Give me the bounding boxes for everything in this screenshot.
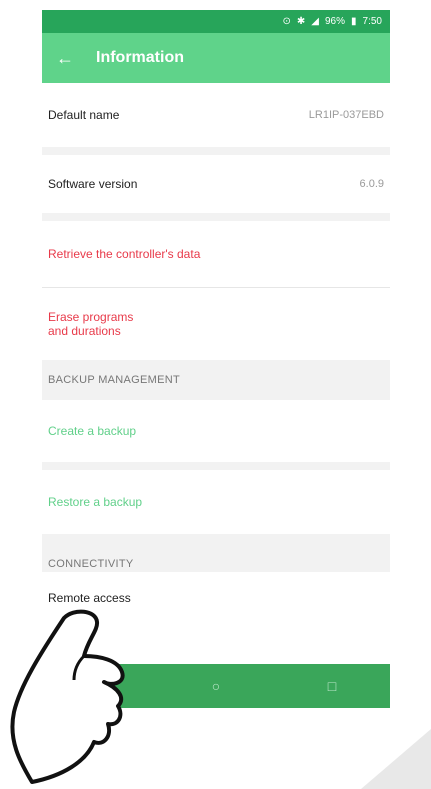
divider [42, 213, 390, 221]
erase-label-line2: and durations [48, 324, 121, 338]
battery-icon: ▮ [351, 16, 357, 27]
restore-backup-button[interactable]: Restore a backup [42, 470, 390, 534]
default-name-value: LR1IP-037EBD [308, 109, 384, 121]
pointing-hand-icon [10, 609, 125, 784]
clock: 7:50 [362, 16, 382, 27]
default-name-row: Default name LR1IP-037EBD [42, 83, 390, 147]
alarm-icon: ⊙ [282, 16, 291, 27]
erase-label-line1: Erase programs [48, 310, 134, 324]
connectivity-header: CONNECTIVITY [48, 558, 134, 570]
software-version-label: Software version [48, 177, 138, 191]
restore-backup-label: Restore a backup [48, 495, 143, 509]
nav-home-icon[interactable]: ○ [196, 678, 236, 694]
hand-outline [10, 609, 125, 784]
nav-recents-icon[interactable]: □ [312, 678, 352, 694]
status-bar: ⊙ ✱ ◢ 96% ▮ 7:50 [42, 10, 390, 33]
create-backup-button[interactable]: Create a backup [42, 400, 390, 462]
page-curl-shape [361, 729, 431, 789]
software-version-row: Software version 6.0.9 [42, 155, 390, 213]
retrieve-label: Retrieve the controller's data [48, 247, 201, 261]
app-bar: ← Information [42, 33, 390, 83]
page-curl-icon [361, 729, 431, 789]
back-arrow-icon[interactable]: ← [42, 48, 88, 69]
create-backup-label: Create a backup [48, 424, 137, 438]
divider [42, 462, 390, 470]
retrieve-controller-data-button[interactable]: Retrieve the controller's data [42, 221, 390, 287]
settings-list: Default name LR1IP-037EBD Software versi… [42, 83, 390, 664]
page-title: Information [96, 49, 184, 66]
bluetooth-icon: ✱ [296, 16, 306, 27]
software-version-value: 6.0.9 [359, 178, 384, 190]
erase-programs-button[interactable]: Erase programs and durations [42, 288, 390, 360]
backup-management-header: BACKUP MANAGEMENT [48, 374, 181, 386]
default-name-label: Default name [48, 108, 120, 122]
battery-percent: 96% [325, 16, 346, 27]
divider [42, 147, 390, 155]
signal-icon: ◢ [311, 16, 319, 27]
